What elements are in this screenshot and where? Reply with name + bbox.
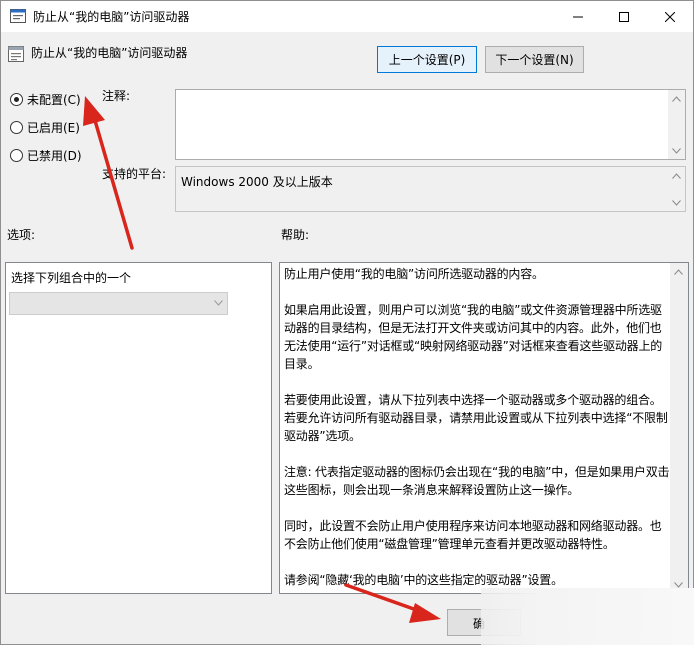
close-button[interactable] [647, 1, 693, 32]
chevron-down-icon [214, 300, 223, 306]
help-paragraph: 注意: 代表指定驱动器的图标仍会出现在“我的电脑”中，但是如果用户双击这些图标，… [284, 465, 670, 497]
help-paragraph: 同时，此设置不会防止用户使用程序来访问本地驱动器和网络驱动器。也不会防止他们使用… [284, 519, 662, 551]
minimize-icon [573, 16, 583, 17]
help-paragraph: 防止用户使用“我的电脑”访问所选驱动器的内容。 [284, 267, 544, 281]
help-paragraph: 请参阅“隐藏‘我的电脑’中的这些指定的驱动器”设置。 [284, 573, 563, 587]
blurred-region [481, 588, 694, 645]
radio-button[interactable] [10, 149, 23, 162]
help-label: 帮助: [281, 228, 310, 242]
scroll-up-icon[interactable] [668, 167, 685, 184]
help-paragraph: 如果启用此设置，则用户可以浏览“我的电脑”或文件资源管理器中所选驱动器的目录结构… [284, 303, 663, 371]
scroll-up-icon[interactable] [668, 90, 685, 107]
options-panel: 选择下列组合中的一个 [5, 262, 272, 594]
scroll-down-icon[interactable] [668, 142, 685, 159]
drive-combo-select[interactable] [9, 292, 228, 315]
help-paragraph: 若要使用此设置，请从下拉列表中选择一个驱动器或多个驱动器的组合。若要允许访问所有… [284, 393, 668, 443]
platform-value: Windows 2000 及以上版本 [181, 175, 333, 189]
comment-field[interactable] [175, 89, 686, 160]
platform-label: 支持的平台: [102, 167, 167, 181]
setting-icon [8, 46, 24, 62]
platform-field: Windows 2000 及以上版本 [175, 166, 686, 212]
radio-button[interactable] [10, 121, 23, 134]
radio-button[interactable] [10, 93, 23, 106]
help-scrollbar[interactable] [670, 263, 688, 593]
policy-settings-icon [10, 9, 26, 23]
previous-setting-button[interactable]: 上一个设置(P) [377, 46, 477, 73]
close-icon [665, 11, 675, 22]
radio-label: 已禁用(D) [27, 149, 82, 163]
help-text: 防止用户使用“我的电脑”访问所选驱动器的内容。 如果启用此设置，则用户可以浏览“… [284, 265, 670, 593]
policy-dialog: 防止从“我的电脑”访问驱动器 防止从“我的电脑”访问驱动器 上一个设置(P) 下… [0, 0, 694, 645]
scroll-up-icon[interactable] [670, 263, 687, 280]
next-setting-button[interactable]: 下一个设置(N) [485, 46, 584, 73]
platform-scrollbar[interactable] [668, 167, 685, 211]
radio-label: 未配置(C) [27, 93, 81, 107]
comment-label: 注释: [102, 89, 131, 103]
maximize-icon [619, 11, 629, 22]
title-bar: 防止从“我的电脑”访问驱动器 [1, 1, 693, 32]
combo-caption: 选择下列组合中的一个 [11, 271, 132, 285]
minimize-button[interactable] [555, 1, 601, 32]
help-panel: 防止用户使用“我的电脑”访问所选驱动器的内容。 如果启用此设置，则用户可以浏览“… [279, 262, 689, 594]
options-label: 选项: [7, 228, 36, 242]
setting-name: 防止从“我的电脑”访问驱动器 [31, 46, 188, 60]
radio-label: 已启用(E) [27, 121, 80, 135]
radio-enabled[interactable]: 已启用(E) [10, 119, 80, 136]
window-title: 防止从“我的电脑”访问驱动器 [33, 10, 190, 24]
radio-disabled[interactable]: 已禁用(D) [10, 147, 82, 164]
radio-not-configured[interactable]: 未配置(C) [10, 91, 81, 108]
comment-scrollbar[interactable] [668, 90, 685, 159]
scroll-down-icon[interactable] [668, 194, 685, 211]
maximize-button[interactable] [601, 1, 647, 32]
